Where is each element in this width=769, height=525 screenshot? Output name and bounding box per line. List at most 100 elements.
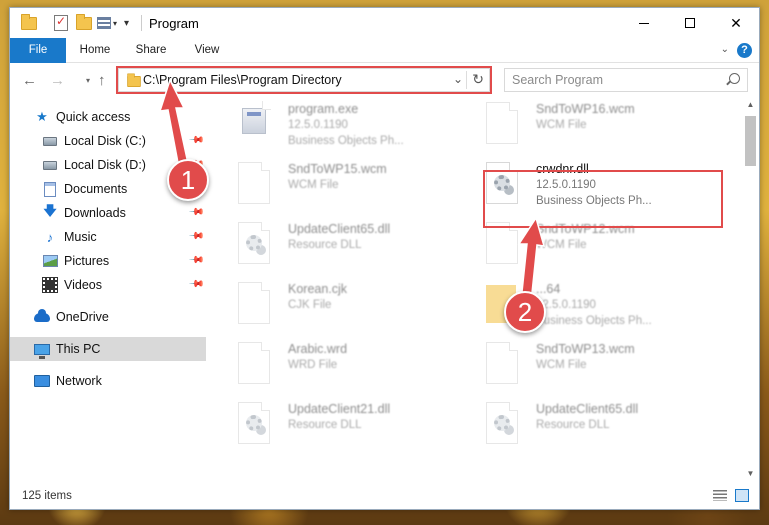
sidebar-item-this-pc[interactable]: This PC (10, 337, 206, 361)
file-type: WCM File (536, 359, 587, 371)
folder-icon (21, 13, 37, 31)
file-item-updateclient65-b[interactable]: UpdateClient65.dll Resource DLL (472, 400, 712, 456)
sidebar-item-downloads[interactable]: 🡇 Downloads 📌 (10, 201, 206, 225)
step-badge-1: 1 (167, 159, 209, 201)
address-path[interactable]: C:\Program Files\Program Directory (143, 73, 342, 87)
file-name: ...64 (536, 282, 561, 296)
videos-icon (42, 277, 58, 293)
file-name: SndToWP16.wcm (536, 102, 635, 116)
file-list: program.exe 12.5.0.1190 Business Objects… (224, 100, 740, 480)
tab-file[interactable]: File (10, 38, 66, 63)
disk-icon (42, 133, 58, 149)
file-item-arabic-wrd[interactable]: Arabic.wrd WRD File (224, 340, 464, 396)
vertical-scrollbar[interactable]: ▲ ▼ (742, 96, 759, 482)
address-folder-icon (127, 73, 141, 88)
help-icon[interactable]: ? (737, 43, 752, 58)
file-item-sndtowp13[interactable]: SndToWP13.wcm WCM File (472, 340, 712, 396)
sidebar-item-onedrive[interactable]: OneDrive (10, 305, 206, 329)
file-type: Resource DLL (288, 239, 362, 251)
file-type: WRD File (288, 359, 338, 371)
sidebar-item-pictures[interactable]: Pictures 📌 (10, 249, 206, 273)
file-type: WCM File (288, 179, 339, 191)
document-file-icon (486, 342, 518, 384)
back-button[interactable]: ← (22, 72, 37, 89)
dll-gear-icon (238, 402, 270, 444)
file-name: UpdateClient65.dll (536, 402, 639, 416)
file-item-program-exe[interactable]: program.exe 12.5.0.1190 Business Objects… (224, 100, 464, 156)
title-bar: ▾ ▾ Program ✕ (10, 8, 759, 38)
document-file-icon (486, 102, 518, 144)
ribbon-expand-chevron-icon[interactable]: ⌄ (721, 44, 729, 55)
file-type: WCM File (536, 119, 587, 131)
pin-icon: 📌 (187, 204, 205, 221)
file-item-sndtowp16[interactable]: SndToWP16.wcm WCM File (472, 100, 712, 156)
details-view-icon[interactable] (713, 490, 727, 501)
sidebar-item-videos[interactable]: Videos 📌 (10, 273, 206, 297)
file-company: Business Objects Ph... (536, 315, 652, 327)
item-count: 125 items (22, 490, 72, 502)
dll-gear-icon (238, 222, 270, 264)
network-icon (34, 373, 50, 389)
sidebar-item-label: Network (56, 374, 102, 388)
maximize-icon (685, 18, 695, 28)
maximize-button[interactable] (667, 8, 713, 38)
ribbon: File Home Share View ⌄ ? (10, 38, 759, 63)
file-name: UpdateClient65.dll (288, 222, 391, 236)
pin-icon: 📌 (187, 228, 205, 245)
sidebar-item-quick-access[interactable]: ★ Quick access (10, 105, 206, 129)
file-name: SndToWP12.wcm (536, 222, 635, 236)
file-item-sndtowp12[interactable]: SndToWP12.wcm WCM File (472, 220, 712, 276)
sidebar-item-label: OneDrive (56, 310, 109, 324)
pin-icon: 📌 (187, 252, 205, 269)
sidebar-item-label: This PC (56, 342, 101, 356)
minimize-icon (639, 22, 649, 24)
window-title: Program (149, 16, 199, 31)
file-name: UpdateClient21.dll (288, 402, 391, 416)
file-item-updateclient21[interactable]: UpdateClient21.dll Resource DLL (224, 400, 464, 456)
scroll-thumb[interactable] (745, 116, 756, 166)
title-separator (141, 15, 142, 31)
up-button[interactable]: ↑ (98, 72, 106, 89)
new-folder-icon[interactable] (76, 13, 92, 31)
disk-icon (42, 157, 58, 173)
properties-icon[interactable] (54, 14, 68, 31)
sidebar-item-label: Downloads (64, 206, 126, 220)
sidebar-item-label: Documents (64, 182, 128, 196)
document-file-icon (238, 342, 270, 384)
address-bar[interactable]: C:\Program Files\Program Directory ⌄ ↻ (118, 68, 490, 92)
file-name: SndToWP13.wcm (536, 342, 635, 356)
tab-view[interactable]: View (184, 38, 230, 63)
navigation-pane: ★ Quick access Local Disk (C:) 📌 Local D… (10, 99, 206, 479)
minimize-button[interactable] (621, 8, 667, 38)
file-name: SndToWP15.wcm (288, 162, 387, 176)
sidebar-item-network[interactable]: Network (10, 369, 206, 393)
search-box[interactable] (504, 68, 748, 92)
customize-toolbar-chevron-icon[interactable]: ▾ (124, 15, 129, 31)
sidebar-item-music[interactable]: ♪ Music 📌 (10, 225, 206, 249)
search-icon[interactable] (729, 73, 740, 84)
file-item-updateclient65[interactable]: UpdateClient65.dll Resource DLL (224, 220, 464, 276)
search-input[interactable] (505, 69, 720, 91)
forward-button[interactable]: → (50, 72, 65, 89)
scroll-up-icon[interactable]: ▲ (742, 96, 759, 113)
view-options-icon[interactable]: ▾ (97, 15, 117, 31)
file-type: CJK File (288, 299, 332, 311)
file-name: Korean.cjk (288, 282, 348, 296)
recent-locations-chevron-icon[interactable]: ▾ (86, 76, 90, 85)
tab-home[interactable]: Home (70, 38, 120, 63)
file-item-korean-cjk[interactable]: Korean.cjk CJK File (224, 280, 464, 336)
refresh-icon[interactable]: ↻ (472, 71, 484, 88)
file-explorer-window: ▾ ▾ Program ✕ File Home Share View ⌄ ? ←… (9, 7, 760, 510)
scroll-down-icon[interactable]: ▼ (742, 465, 759, 482)
tab-share[interactable]: Share (126, 38, 176, 63)
document-file-icon (238, 162, 270, 204)
file-item-sndtowp15[interactable]: SndToWP15.wcm WCM File (224, 160, 464, 216)
sidebar-item-local-disk-c[interactable]: Local Disk (C:) 📌 (10, 129, 206, 153)
document-file-icon (486, 222, 518, 264)
close-button[interactable]: ✕ (713, 8, 759, 38)
address-dropdown-icon[interactable]: ⌄ (453, 72, 463, 86)
file-company: Business Objects Ph... (536, 195, 652, 207)
address-separator (466, 71, 467, 89)
large-icons-view-icon[interactable] (735, 489, 749, 502)
file-item-crwdnr-dll[interactable]: crwdnr.dll 12.5.0.1190 Business Objects … (472, 160, 712, 216)
